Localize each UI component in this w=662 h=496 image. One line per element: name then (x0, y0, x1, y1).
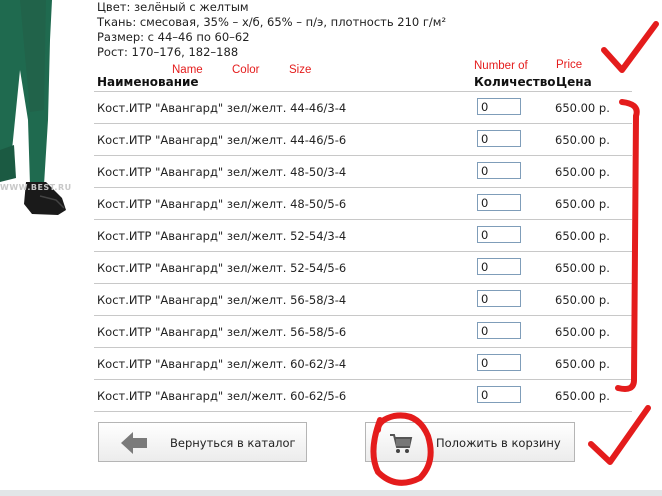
row-name: Кост.ИТР "Авангард" зел/желт. 60-62/5-6 (97, 389, 347, 403)
row-name: Кост.ИТР "Авангард" зел/желт. 48-50/5-6 (97, 197, 347, 211)
quantity-input[interactable]: 0 (477, 258, 521, 275)
cart-button-label: Положить в корзину (436, 436, 561, 450)
row-name: Кост.ИТР "Авангард" зел/желт. 44-46/5-6 (97, 133, 347, 147)
product-watermark: WWW.BEST.RU (0, 183, 72, 192)
annotation-size: Size (289, 64, 312, 76)
row-name: Кост.ИТР "Авангард" зел/желт. 60-62/3-4 (97, 357, 347, 371)
header-quantity: Количество (474, 75, 556, 89)
row-price: 650.00 р. (555, 357, 610, 371)
row-price: 650.00 р. (555, 325, 610, 339)
row-name: Кост.ИТР "Авангард" зел/желт. 56-58/5-6 (97, 325, 347, 339)
annotation-quantity: Number of (474, 60, 528, 72)
row-name: Кост.ИТР "Авангард" зел/желт. 52-54/5-6 (97, 261, 347, 275)
footer-divider (0, 490, 662, 496)
row-price: 650.00 р. (555, 261, 610, 275)
row-name: Кост.ИТР "Авангард" зел/желт. 52-54/3-4 (97, 229, 347, 243)
table-row: Кост.ИТР "Авангард" зел/желт. 56-58/5-6 0… (94, 315, 632, 347)
quantity-input[interactable]: 0 (477, 98, 521, 115)
quantity-input[interactable]: 0 (477, 162, 521, 179)
quantity-input[interactable]: 0 (477, 130, 521, 147)
arrow-left-icon (121, 432, 147, 457)
spec-height: Рост: 170–176, 182–188 (97, 45, 239, 59)
quantity-input[interactable]: 0 (477, 226, 521, 243)
table-row: Кост.ИТР "Авангард" зел/желт. 48-50/3-4 0… (94, 155, 632, 187)
row-price: 650.00 р. (555, 165, 610, 179)
row-price: 650.00 р. (555, 197, 610, 211)
product-table: Кост.ИТР "Авангард" зел/желт. 44-46/3-4 0… (94, 91, 632, 412)
quantity-input[interactable]: 0 (477, 290, 521, 307)
product-specs: Цвет: зелёный с желтым Ткань: смесовая, … (97, 0, 446, 60)
table-row: Кост.ИТР "Авангард" зел/желт. 48-50/5-6 0… (94, 187, 632, 219)
row-price: 650.00 р. (555, 389, 610, 403)
row-price: 650.00 р. (555, 133, 610, 147)
row-name: Кост.ИТР "Авангард" зел/желт. 44-46/3-4 (97, 101, 347, 115)
row-name: Кост.ИТР "Авангард" зел/желт. 48-50/3-4 (97, 165, 347, 179)
row-price: 650.00 р. (555, 293, 610, 307)
header-price: Цена (556, 75, 592, 89)
shopping-cart-icon (389, 433, 413, 458)
table-row: Кост.ИТР "Авангард" зел/желт. 60-62/3-4 0… (94, 347, 632, 379)
row-name: Кост.ИТР "Авангард" зел/желт. 56-58/3-4 (97, 293, 347, 307)
table-row: Кост.ИТР "Авангард" зел/желт. 44-46/3-4 0… (94, 91, 632, 123)
back-button-label: Вернуться в каталог (170, 436, 296, 450)
quantity-input[interactable]: 0 (477, 354, 521, 371)
row-price: 650.00 р. (555, 101, 610, 115)
annotation-price: Price (556, 59, 583, 71)
back-to-catalog-button[interactable]: Вернуться в каталог (98, 422, 307, 462)
spec-color: Цвет: зелёный с желтым (97, 0, 249, 14)
spec-size: Размер: с 44–46 по 60–62 (97, 30, 250, 44)
annotation-color: Color (232, 64, 260, 76)
quantity-input[interactable]: 0 (477, 322, 521, 339)
table-row: Кост.ИТР "Авангард" зел/желт. 56-58/3-4 0… (94, 283, 632, 315)
table-row: Кост.ИТР "Авангард" зел/желт. 52-54/5-6 0… (94, 251, 632, 283)
quantity-input[interactable]: 0 (477, 386, 521, 403)
row-price: 650.00 р. (555, 229, 610, 243)
table-row: Кост.ИТР "Авангард" зел/желт. 60-62/5-6 0… (94, 379, 632, 412)
spec-fabric: Ткань: смесовая, 35% – х/б, 65% – п/э, п… (97, 15, 447, 29)
header-name: Наименование (97, 75, 199, 89)
table-row: Кост.ИТР "Авангард" зел/желт. 44-46/5-6 0… (94, 123, 632, 155)
table-row: Кост.ИТР "Авангард" зел/желт. 52-54/3-4 0… (94, 219, 632, 251)
quantity-input[interactable]: 0 (477, 194, 521, 211)
add-to-cart-button[interactable]: Положить в корзину (365, 422, 575, 462)
